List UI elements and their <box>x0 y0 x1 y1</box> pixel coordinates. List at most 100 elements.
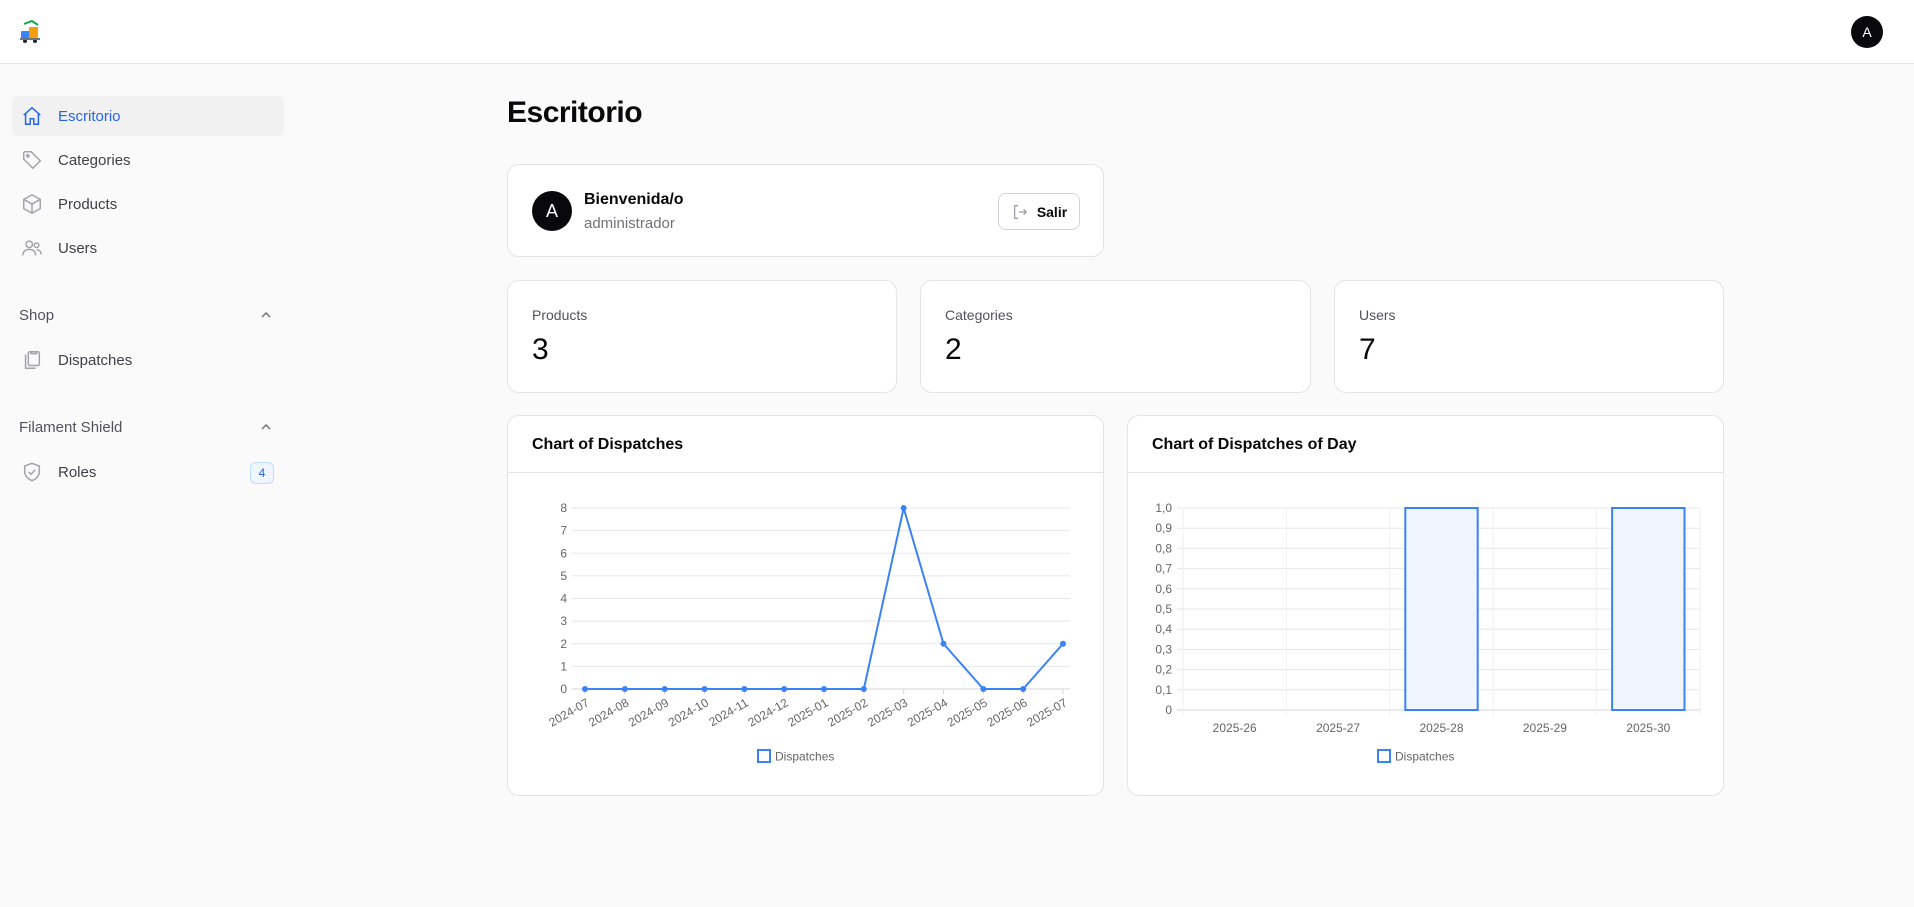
data-point <box>1020 686 1027 692</box>
app-logo-icon[interactable] <box>18 18 44 44</box>
top-bar: A <box>0 0 1914 64</box>
chevron-up-icon[interactable] <box>258 307 274 323</box>
data-point <box>900 505 907 511</box>
legend-label: Dispatches <box>775 750 834 764</box>
stat-value: 3 <box>532 333 549 366</box>
sidebar-item-label: Roles <box>58 463 97 481</box>
sidebar-item-label: Escritorio <box>58 107 121 125</box>
user-avatar-button[interactable]: A <box>1851 16 1883 48</box>
stat-value: 7 <box>1359 333 1376 366</box>
cube-icon <box>20 192 44 216</box>
line-chart: 0123456782024-072024-082024-092024-10202… <box>546 501 1070 764</box>
chart-card-dispatches: Chart of Dispatches 0 1 2 3 4 5 6 7 8 2024-07 2024… <box>507 415 1104 796</box>
x-tick-label: 2025-01 <box>785 695 830 729</box>
x-tick-label: 2024-12 <box>746 695 791 729</box>
y-tick-label: 0,3 <box>1155 642 1172 656</box>
sidebar-item-roles[interactable]: Roles 4 <box>12 452 284 492</box>
data-point <box>860 686 867 692</box>
y-tick-label: 0 <box>1165 703 1172 717</box>
y-tick-label: 0 <box>560 682 567 696</box>
legend-label: Dispatches <box>1395 750 1454 764</box>
x-tick-label: 2025-04 <box>905 695 950 729</box>
tag-icon <box>20 148 44 172</box>
x-tick-label: 2025-29 <box>1523 721 1567 735</box>
y-tick-label: 8 <box>560 501 567 515</box>
stat-label: Products <box>532 307 588 323</box>
x-tick-label: 2024-10 <box>666 695 711 729</box>
sidebar-item-users[interactable]: Users <box>12 228 284 268</box>
group-label-shop: Shop <box>19 307 55 324</box>
x-tick-label: 2024-07 <box>546 695 591 729</box>
y-tick-label: 0,1 <box>1155 683 1172 697</box>
stat-card-categories: Categories 2 <box>920 280 1311 393</box>
x-tick-label: 2024-09 <box>626 695 671 729</box>
y-tick-label: 1,0 <box>1155 501 1172 515</box>
y-tick-label: 4 <box>560 592 567 606</box>
welcome-username: administrador <box>584 215 675 232</box>
chart-card-dispatches-of-day: Chart of Dispatches of Day 0 0,1 0,2 0,3 0,4… <box>1127 415 1724 796</box>
y-tick-label: 1 <box>560 659 567 673</box>
sidebar-item-dispatches[interactable]: Dispatches <box>12 340 284 380</box>
y-tick-label: 0,4 <box>1155 622 1172 636</box>
bar <box>1611 507 1686 711</box>
data-point <box>781 686 788 692</box>
y-tick-label: 3 <box>560 614 567 628</box>
data-point <box>980 686 987 692</box>
stat-card-products: Products 3 <box>507 280 897 393</box>
logout-icon <box>1013 204 1028 219</box>
y-tick-label: 0,8 <box>1155 541 1172 555</box>
x-tick-label: 2025-02 <box>825 695 870 729</box>
chevron-up-icon[interactable] <box>258 419 274 435</box>
y-tick-label: 0,6 <box>1155 582 1172 596</box>
bar <box>1404 507 1479 711</box>
x-tick-label: 2025-30 <box>1626 721 1670 735</box>
bar-chart: 0 0,1 0,2 0,3 0,4 0,5 0,6 0,7 0,8 0,9 1,0 2025-26 20… <box>1155 501 1701 764</box>
users-icon <box>20 236 44 260</box>
sidebar: Escritorio Categories Products Users Sho… <box>0 64 290 907</box>
x-tick-label: 2025-27 <box>1316 721 1360 735</box>
y-tick-label: 2 <box>560 637 567 651</box>
legend-swatch <box>1377 749 1391 763</box>
x-tick-label: 2024-11 <box>706 695 751 729</box>
logout-label: Salir <box>1036 203 1068 220</box>
clipboard-icon <box>20 348 44 372</box>
y-tick-label: 5 <box>560 569 567 583</box>
data-point <box>582 686 588 692</box>
data-point <box>621 686 628 692</box>
sidebar-item-categories[interactable]: Categories <box>12 140 284 180</box>
x-tick-label: 2025-28 <box>1419 721 1463 735</box>
sidebar-item-label: Products <box>58 195 118 213</box>
data-point <box>1060 640 1066 647</box>
x-tick-label: 2025-05 <box>945 695 990 729</box>
sidebar-item-label: Users <box>58 239 98 257</box>
group-label-filament-shield: Filament Shield <box>19 419 123 436</box>
y-tick-label: 0,2 <box>1155 663 1172 677</box>
y-tick-label: 0,5 <box>1155 602 1172 616</box>
x-tick-label: 2025-06 <box>985 695 1030 729</box>
welcome-card: A Bienvenida/o administrador Salir <box>507 164 1104 257</box>
data-point <box>821 686 827 692</box>
data-point <box>661 686 668 692</box>
sidebar-item-products[interactable]: Products <box>12 184 284 224</box>
home-icon <box>20 104 44 128</box>
stat-label: Users <box>1359 307 1396 323</box>
data-point <box>741 686 748 692</box>
avatar: A <box>532 191 572 231</box>
stat-card-users: Users 7 <box>1334 280 1724 393</box>
x-tick-label: 2024-08 <box>586 695 631 729</box>
data-point <box>940 640 947 647</box>
y-tick-label: 0,7 <box>1155 562 1172 576</box>
legend-swatch <box>757 749 771 763</box>
stat-value: 2 <box>945 333 962 366</box>
sidebar-item-label: Categories <box>58 151 131 169</box>
x-tick-label: 2025-26 <box>1213 721 1257 735</box>
sidebar-item-escritorio[interactable]: Escritorio <box>12 96 284 136</box>
data-point <box>701 686 708 692</box>
sidebar-item-label: Dispatches <box>58 351 133 369</box>
y-tick-label: 7 <box>560 524 567 538</box>
stat-label: Categories <box>945 307 1013 323</box>
y-tick-label: 6 <box>560 546 567 560</box>
x-tick-label: 2025-07 <box>1024 695 1069 729</box>
logout-button[interactable]: Salir <box>998 193 1080 230</box>
y-tick-label: 0,9 <box>1155 521 1172 535</box>
